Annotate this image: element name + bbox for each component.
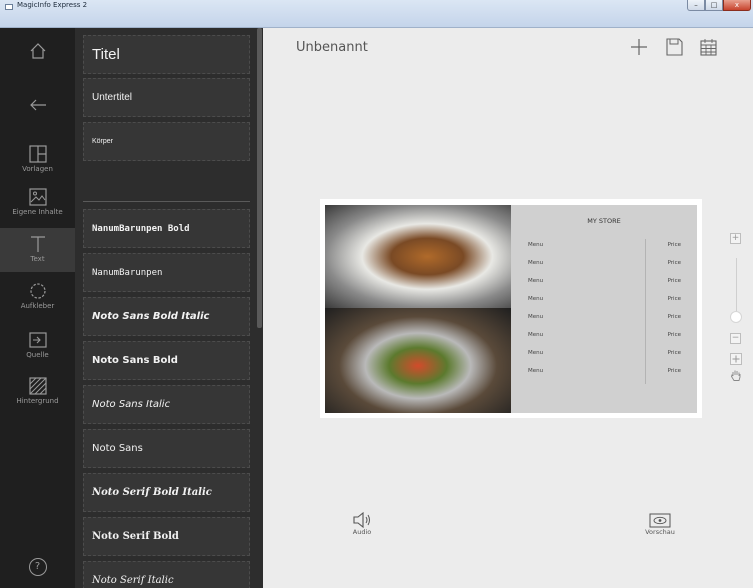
arrow-left-icon [29,99,46,111]
audio-button[interactable]: Audio [347,512,377,536]
font-item[interactable]: Noto Sans Bold [83,341,250,380]
text-style-subtitle[interactable]: Untertitel [83,78,250,117]
rail-item-label: Text [30,255,45,263]
food-photo-bottom [325,308,511,413]
menu-row: Menu Price [528,332,681,338]
menu-item: Menu [528,242,544,248]
template-preview-canvas[interactable]: MY STORE Menu Price Menu Price Menu Price M… [320,199,702,418]
font-item[interactable]: Noto Serif Bold Italic [83,473,250,512]
speaker-icon [353,512,370,528]
window-controls: – □ x [687,0,751,11]
font-item[interactable]: Noto Sans Italic [83,385,250,424]
rail-item-vorlagen[interactable]: Vorlagen [0,142,75,186]
document-title[interactable]: Unbenannt [296,40,368,55]
help-label: ? [34,561,41,572]
preview-label: Vorschau [645,528,675,536]
panel-scrollbar[interactable] [257,28,262,328]
menu-row: Menu Price [528,368,681,374]
font-item[interactable]: NanumBarunpen [83,253,250,292]
save-icon [666,38,683,56]
menu-item: Menu [528,350,544,356]
help-icon: ? [28,558,47,576]
calendar-icon [700,39,717,56]
zoom-controls: + − [727,233,745,381]
layout-icon [28,145,47,163]
menu-price: Price [667,350,681,356]
help-button[interactable]: ? [0,558,75,576]
eye-icon [649,513,671,528]
home-icon [30,43,45,59]
hand-icon [731,370,741,381]
window-title-bar: MagicInfo Express 2 – □ x [0,0,753,28]
menu-item: Menu [528,296,544,302]
menu-item: Menu [528,278,544,284]
rail-item-label: Eigene Inhalte [12,208,63,216]
plus-icon [631,39,647,55]
rail-item-quelle[interactable]: Quelle [0,331,75,373]
menu-item: Menu [528,260,544,266]
app-icon [5,4,13,10]
schedule-button[interactable] [700,38,717,60]
image-icon [28,188,47,206]
text-icon [30,236,45,252]
zoom-slider-track[interactable] [736,258,737,318]
menu-row: Menu Price [528,242,681,248]
rail-item-text[interactable]: Text [0,228,75,272]
rail-item-aufkleber[interactable]: Aufkleber [0,282,75,324]
preview-button[interactable]: Vorschau [643,513,677,536]
menu-price: Price [667,242,681,248]
rail-item-label: Hintergrund [16,397,59,405]
font-item[interactable]: Noto Sans [83,429,250,468]
zoom-slider-handle[interactable] [730,311,742,323]
source-icon [28,332,47,348]
text-panel: Titel Untertitel Körper NanumBarunpen Bo… [75,28,263,588]
menu-price: Price [667,314,681,320]
menu-price: Price [667,368,681,374]
background-icon [28,377,47,395]
store-name: MY STORE [587,217,621,225]
nav-rail: Vorlagen Eigene Inhalte Text Aufkleber Q… [0,28,75,588]
zoom-in-button[interactable]: + [730,233,741,244]
rail-item-label: Aufkleber [20,302,55,310]
zoom-out-button[interactable]: − [730,333,741,344]
maximize-button[interactable]: □ [705,0,723,11]
home-button[interactable] [0,42,75,60]
font-item[interactable]: Noto Serif Bold [83,517,250,556]
panel-divider [83,201,250,202]
menu-row: Menu Price [528,260,681,266]
menu-price: Price [667,332,681,338]
audio-label: Audio [352,528,372,536]
rail-item-label: Quelle [26,351,49,359]
menu-price: Price [667,260,681,266]
minimize-button[interactable]: – [687,0,705,11]
menu-row: Menu Price [528,296,681,302]
sticker-icon [29,283,46,299]
font-item[interactable]: Noto Sans Bold Italic [83,297,250,336]
menu-row: Menu Price [528,278,681,284]
close-button[interactable]: x [723,0,751,11]
rail-item-eigene-inhalte[interactable]: Eigene Inhalte [0,186,75,228]
rail-item-label: Vorlagen [22,165,53,173]
food-photo-top [325,205,511,308]
save-button[interactable] [666,38,683,60]
back-button[interactable] [0,98,75,112]
move-icon [730,353,742,365]
rail-item-hintergrund[interactable]: Hintergrund [0,377,75,419]
menu-row: Menu Price [528,350,681,356]
font-item[interactable]: Noto Serif Italic [83,561,250,588]
menu-price: Price [667,296,681,302]
menu-board: MY STORE Menu Price Menu Price Menu Price M… [511,205,697,413]
menu-item: Menu [528,314,544,320]
menu-item: Menu [528,332,544,338]
menu-item: Menu [528,368,544,374]
text-style-body[interactable]: Körper [83,122,250,161]
window-title: MagicInfo Express 2 [17,1,88,9]
add-button[interactable] [630,38,648,60]
font-item[interactable]: NanumBarunpen Bold [83,209,250,248]
text-style-title[interactable]: Titel [83,35,250,74]
pan-button[interactable] [730,367,742,386]
menu-price: Price [667,278,681,284]
menu-row: Menu Price [528,314,681,320]
